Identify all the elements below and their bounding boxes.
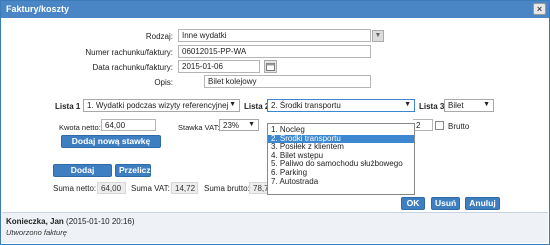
- kwota-input[interactable]: 64,00: [101, 119, 156, 131]
- rodzaj-row: Rodzaj:: [1, 30, 173, 43]
- add-item-button[interactable]: Dodaj pozycję: [53, 164, 112, 186]
- vat-select[interactable]: 23% ▼: [219, 119, 259, 131]
- chevron-down-icon: ▼: [404, 101, 411, 108]
- rodzaj-dropdown-button[interactable]: ▼: [372, 30, 384, 42]
- rodzaj-select[interactable]: Inne wydatki: [178, 29, 371, 42]
- vat-value: 23%: [223, 121, 240, 130]
- lista3-label: Lista 3: [419, 102, 445, 111]
- lista1-value: 1. Wydatki podczas wizyty referencyjnej: [87, 101, 229, 110]
- lista1-select[interactable]: 1. Wydatki podczas wizyty referencyjnej …: [83, 99, 240, 112]
- history-timestamp: (2015-01-10 20:16): [66, 217, 135, 226]
- brutto-input[interactable]: 2: [413, 119, 433, 131]
- dialog-title: Faktury/koszty: [6, 4, 70, 14]
- suma-netto-value: 64,00: [97, 182, 126, 194]
- opis-input[interactable]: Bilet kolejowy: [204, 75, 371, 88]
- lista1-label: Lista 1: [55, 102, 81, 111]
- ok-button[interactable]: OK: [401, 197, 425, 210]
- dropdown-option[interactable]: 7. Autostrada: [268, 177, 414, 187]
- suma-brutto-label: Suma brutto:: [204, 184, 250, 193]
- vat-label: Stawka VAT:: [178, 123, 220, 132]
- history-note: Utworzono fakturę: [6, 228, 67, 237]
- chevron-down-icon: ▼: [483, 101, 490, 108]
- numer-input[interactable]: 06012015-PP-WA: [178, 45, 371, 58]
- calendar-icon[interactable]: [264, 60, 277, 73]
- brutto-checkbox[interactable]: [435, 121, 444, 130]
- dialog-titlebar[interactable]: Faktury/koszty ×: [1, 1, 549, 18]
- recalc-button[interactable]: Przelicz: [115, 164, 151, 177]
- lista2-value: 2. Środki transportu: [271, 101, 341, 110]
- close-icon[interactable]: ×: [533, 3, 546, 15]
- numer-row: Numer rachunku/faktury:: [1, 46, 173, 59]
- lista3-select[interactable]: Bilet ▼: [444, 99, 494, 112]
- lista3-value: Bilet: [448, 101, 464, 110]
- opis-label: Opis:: [154, 78, 173, 87]
- lista2-select[interactable]: 2. Środki transportu ▼: [267, 99, 415, 112]
- chevron-down-icon: ▼: [248, 121, 255, 128]
- data-label: Data rachunku/faktury:: [92, 63, 173, 72]
- opis-row: Opis:: [1, 76, 173, 89]
- chevron-down-icon: ▼: [374, 32, 382, 39]
- lista2-dropdown-list: 1. Nocleg 2. Środki transportu 3. Posiłe…: [267, 123, 415, 195]
- add-vat-button[interactable]: Dodaj nową stawkę VAT: [61, 135, 161, 157]
- brutto-partial-value: 2: [416, 121, 421, 130]
- kwota-label: Kwota netto:: [59, 123, 101, 132]
- data-row: Data rachunku/faktury:: [1, 61, 173, 74]
- chevron-down-icon: ▼: [229, 101, 236, 108]
- suma-vat-label: Suma VAT:: [131, 184, 170, 193]
- rodzaj-label: Rodzaj:: [145, 32, 173, 41]
- brutto-label: Brutto: [448, 122, 470, 131]
- delete-button[interactable]: Usuń: [431, 197, 460, 210]
- cancel-button[interactable]: Anuluj: [465, 197, 500, 210]
- history-footer: Konieczka, Jan (2015-01-10 20:16) Utworz…: [2, 212, 548, 243]
- suma-vat-value: 14,72: [171, 182, 198, 194]
- date-input[interactable]: 2015-01-06: [178, 60, 260, 73]
- numer-label: Numer rachunku/faktury:: [85, 48, 173, 57]
- invoice-dialog: Faktury/koszty × Rodzaj: Inne wydatki ▼ …: [0, 0, 550, 245]
- history-author: Konieczka, Jan: [6, 217, 64, 226]
- history-entry: Konieczka, Jan (2015-01-10 20:16): [6, 217, 548, 226]
- lista2-label: Lista 2: [244, 102, 270, 111]
- suma-netto-label: Suma netto:: [53, 184, 97, 193]
